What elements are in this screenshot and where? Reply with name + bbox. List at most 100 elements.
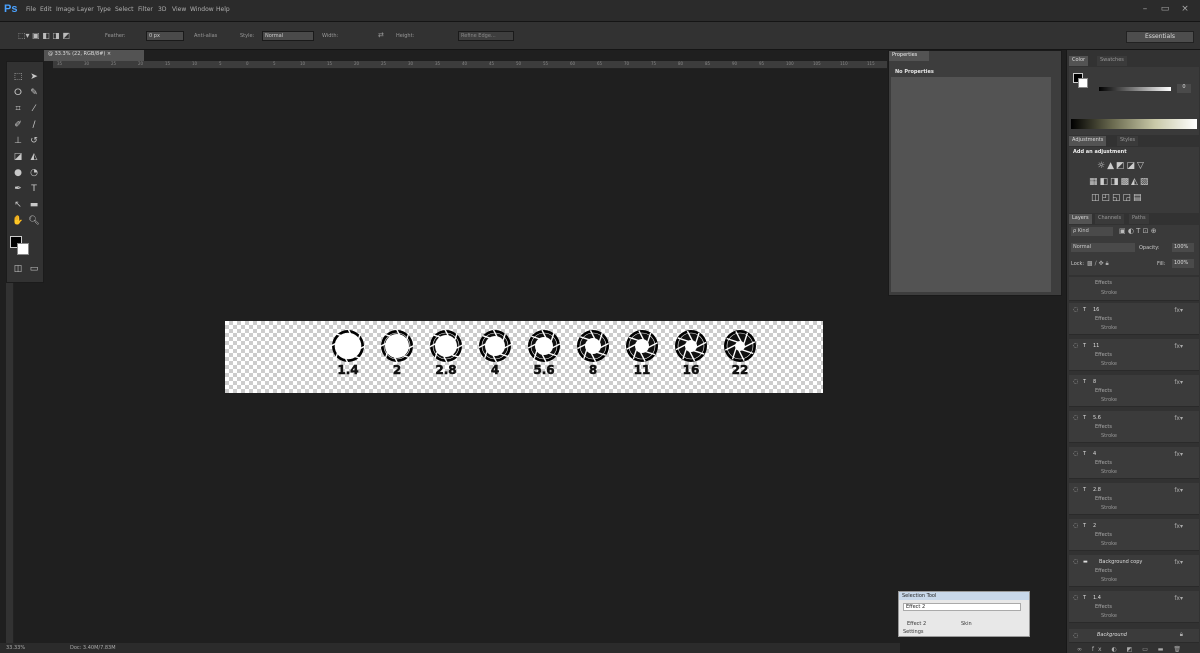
marquee-options-icon[interactable]: ⬚▾ ▣ ◧ ◨ ◩ [18, 31, 70, 40]
visibility-eye-icon[interactable]: ◌ [1073, 594, 1078, 601]
lock-icons[interactable]: ▩ ∕ ✥ 🔒︎ [1087, 260, 1109, 268]
menu-window[interactable]: Window [190, 6, 214, 13]
quick-select-tool-icon[interactable]: ✎ [27, 86, 41, 100]
background-color-swatch[interactable] [17, 243, 29, 255]
adjustment-icons-row-1[interactable]: ☼▲◩◪▽ [1097, 161, 1146, 171]
menu-view[interactable]: View [172, 6, 186, 13]
blend-mode-select[interactable]: Normal [1071, 243, 1135, 252]
fx-icon[interactable]: fx▾ [1174, 307, 1183, 314]
layer-kind-filter[interactable]: ρ Kind [1071, 227, 1113, 236]
paint-bucket-tool-icon[interactable]: ◭ [27, 150, 41, 164]
layer-filter-icons[interactable]: ▣ ◐ T ⊡ ⊕ [1119, 227, 1157, 235]
adjustment-icons-row-2[interactable]: ▦◧◨▩◭▧ [1089, 177, 1150, 187]
type-tool-icon[interactable]: T [27, 182, 41, 196]
layer-background[interactable]: ◌ Background 🔒︎ [1069, 629, 1199, 643]
path-select-tool-icon[interactable]: ↖ [11, 198, 25, 212]
layer-row[interactable]: ◌ T 1.4 fx▾ Effects Stroke [1069, 591, 1199, 623]
color-value[interactable]: 0 [1177, 84, 1191, 93]
clone-stamp-tool-icon[interactable]: ⊥ [11, 134, 25, 148]
visibility-eye-icon[interactable]: ◌ [1073, 522, 1078, 529]
zoom-tool-icon[interactable]: 🔍︎ [27, 214, 41, 228]
hand-tool-icon[interactable]: ✋ [11, 214, 25, 228]
menu-filter[interactable]: Filter [138, 6, 153, 13]
visibility-eye-icon[interactable]: ◌ [1073, 342, 1078, 349]
workspace-select[interactable]: Essentials [1126, 31, 1194, 43]
shape-tool-icon[interactable]: ▬ [27, 198, 41, 212]
opacity-input[interactable]: 100% [1172, 243, 1194, 252]
fx-icon[interactable]: fx▾ [1174, 343, 1183, 350]
maximize-button[interactable]: ▭ [1156, 4, 1174, 18]
minimize-button[interactable]: – [1136, 4, 1154, 18]
layer-row[interactable]: ◌ T 2 fx▾ Effects Stroke [1069, 519, 1199, 551]
menu-help[interactable]: Help [216, 6, 230, 13]
layers-footer-icons[interactable]: ∞ fx ◐ ◩ ▭ ▬ 🗑︎ [1077, 646, 1185, 653]
document-canvas[interactable]: 1.4 2 2.8 4 5.6 8 11 16 22 [225, 321, 823, 393]
refine-edge-button[interactable]: Refine Edge... [458, 31, 514, 41]
visibility-eye-icon[interactable]: ◌ [1073, 414, 1078, 421]
selection-panel-title[interactable]: Selection Tool [899, 592, 1029, 600]
menu-layer[interactable]: Layer [77, 6, 94, 13]
tab-styles[interactable]: Styles [1117, 136, 1139, 146]
menu-select[interactable]: Select [115, 6, 134, 13]
color-bg-swatch[interactable] [1078, 78, 1088, 88]
color-slider[interactable] [1099, 87, 1171, 91]
fill-input[interactable]: 100% [1172, 259, 1194, 268]
visibility-eye-icon[interactable]: ◌ [1073, 306, 1078, 313]
menu-3d[interactable]: 3D [158, 6, 166, 13]
antialias-checkbox[interactable]: Anti-alias [194, 33, 217, 39]
eraser-tool-icon[interactable]: ◪ [11, 150, 25, 164]
eyedropper-tool-icon[interactable]: ⁄ [27, 102, 41, 116]
properties-tab[interactable]: Properties [889, 51, 929, 61]
close-button[interactable]: × [1176, 4, 1194, 18]
tab-swatches[interactable]: Swatches [1097, 56, 1127, 66]
move-tool-icon[interactable]: ➤ [27, 70, 41, 84]
tab-adjustments[interactable]: Adjustments [1069, 136, 1107, 146]
fx-icon[interactable]: fx▾ [1174, 559, 1183, 566]
menu-file[interactable]: File [26, 6, 36, 13]
fx-icon[interactable]: fx▾ [1174, 487, 1183, 494]
selection-panel-field[interactable]: Effect 2 [903, 603, 1021, 611]
feather-input[interactable]: 0 px [146, 31, 184, 41]
tab-layers[interactable]: Layers [1069, 214, 1092, 224]
menu-type[interactable]: Type [97, 6, 111, 13]
layer-row[interactable]: ◌ T 2.8 fx▾ Effects Stroke [1069, 483, 1199, 515]
quick-mask-icon[interactable]: ◫ [11, 262, 25, 276]
color-ramp[interactable] [1071, 119, 1197, 129]
lasso-tool-icon[interactable]: ⵔ [11, 86, 25, 100]
pen-tool-icon[interactable]: ✒ [11, 182, 25, 196]
blur-tool-icon[interactable]: ● [11, 166, 25, 180]
crop-tool-icon[interactable]: ⌗ [11, 102, 25, 116]
zoom-level[interactable]: 33.33% [6, 645, 25, 651]
adjustment-icons-row-3[interactable]: ◫◰◱◲▤ [1091, 193, 1144, 203]
fx-icon[interactable]: fx▾ [1174, 415, 1183, 422]
dodge-tool-icon[interactable]: ◔ [27, 166, 41, 180]
fx-icon[interactable]: fx▾ [1174, 523, 1183, 530]
document-tab[interactable]: @ 33.3% (22, RGB/8#) × [44, 50, 144, 61]
layer-row[interactable]: ◌ ▬ Background copy fx▾ Effects Stroke [1069, 555, 1199, 587]
selection-settings[interactable]: Settings [903, 629, 924, 635]
history-brush-tool-icon[interactable]: ↺ [27, 134, 41, 148]
layer-effects-top[interactable]: Effects Stroke [1069, 277, 1199, 301]
layer-row[interactable]: ◌ T 4 fx▾ Effects Stroke [1069, 447, 1199, 479]
fx-icon[interactable]: fx▾ [1174, 451, 1183, 458]
screen-mode-icon[interactable]: ▭ [27, 262, 41, 276]
layer-row[interactable]: ◌ T 5.6 fx▾ Effects Stroke [1069, 411, 1199, 443]
swap-icon[interactable]: ⇄ [378, 31, 384, 39]
healing-brush-tool-icon[interactable]: ✐ [11, 118, 25, 132]
marquee-tool-icon[interactable]: ⬚ [11, 70, 25, 84]
visibility-eye-icon[interactable]: ◌ [1073, 558, 1078, 565]
layer-row[interactable]: ◌ T 11 fx▾ Effects Stroke [1069, 339, 1199, 371]
visibility-eye-icon[interactable]: ◌ [1073, 632, 1078, 639]
fx-icon[interactable]: fx▾ [1174, 595, 1183, 602]
style-select[interactable]: Normal [262, 31, 314, 41]
visibility-eye-icon[interactable]: ◌ [1073, 486, 1078, 493]
tab-paths[interactable]: Paths [1129, 214, 1149, 224]
menu-edit[interactable]: Edit [40, 6, 52, 13]
layer-row[interactable]: ◌ T 16 fx▾ Effects Stroke [1069, 303, 1199, 335]
visibility-eye-icon[interactable]: ◌ [1073, 450, 1078, 457]
tab-channels[interactable]: Channels [1095, 214, 1125, 224]
menu-image[interactable]: Image [56, 6, 75, 13]
layer-row[interactable]: ◌ T 8 fx▾ Effects Stroke [1069, 375, 1199, 407]
visibility-eye-icon[interactable]: ◌ [1073, 378, 1078, 385]
fx-icon[interactable]: fx▾ [1174, 379, 1183, 386]
